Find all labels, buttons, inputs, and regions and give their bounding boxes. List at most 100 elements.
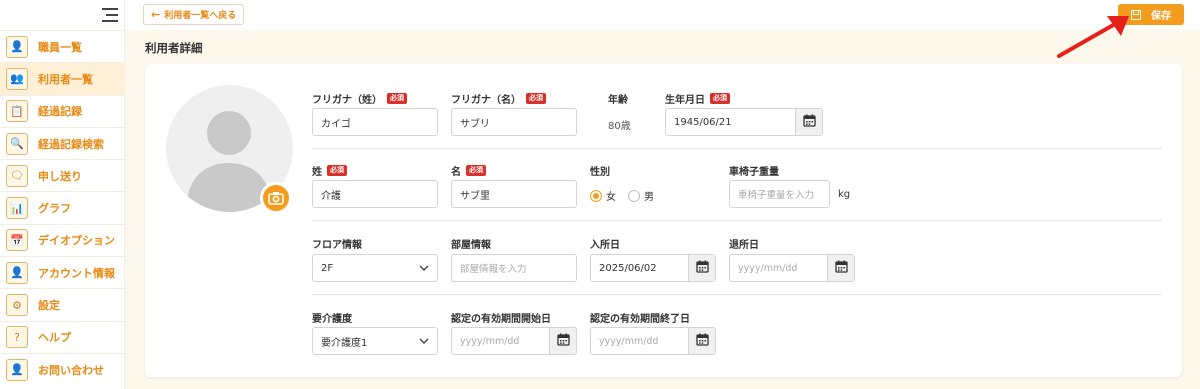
cert-end-label: 認定の有効期間終了日 — [590, 310, 690, 325]
arrow-left-icon: ← — [151, 8, 161, 21]
birthdate-label: 生年月日 必須 — [665, 91, 730, 106]
sidebar-item[interactable]: ? ヘルプ — [0, 320, 125, 353]
discharge-date-input[interactable]: yyyy/mm/dd — [729, 254, 855, 282]
chart-icon: 📊 — [6, 197, 28, 220]
required-badge: 必須 — [710, 93, 730, 104]
chevron-down-icon — [419, 338, 429, 344]
gender-radio-female[interactable]: 女 — [590, 188, 616, 203]
care-level-label: 要介護度 — [312, 310, 352, 325]
gender-label-text: 性別 — [590, 167, 610, 178]
kana-last-value: カイゴ — [321, 118, 351, 130]
gender-female-label: 女 — [606, 192, 616, 203]
search-record-icon: 🔍 — [6, 132, 28, 155]
settings-icon: ⚙ — [6, 294, 28, 317]
cert-start-placeholder: yyyy/mm/dd — [460, 335, 520, 347]
kana-first-label: フリガナ（名） 必須 — [451, 91, 546, 106]
gender-label: 性別 — [590, 163, 610, 178]
staff-icon: 👤 — [6, 35, 28, 58]
last-name-input[interactable]: 介護 — [312, 180, 438, 208]
kana-last-input[interactable]: カイゴ — [312, 108, 438, 136]
sidebar-item-label: 経過記録 — [38, 105, 82, 119]
back-to-user-list-button[interactable]: ← 利用者一覧へ戻る — [143, 4, 245, 25]
room-label-text: 部屋情報 — [451, 240, 491, 251]
last-name-value: 介護 — [321, 190, 341, 202]
floor-value: 2F — [321, 262, 334, 274]
sidebar-item[interactable]: 👥 利用者一覧 — [0, 62, 125, 95]
cert-end-label-text: 認定の有効期間終了日 — [590, 314, 690, 325]
calendar-icon — [695, 260, 709, 276]
care-level-select[interactable]: 要介護度1 — [312, 327, 438, 355]
row-divider — [312, 148, 1162, 149]
cert-start-calendar-button[interactable] — [549, 328, 576, 354]
room-placeholder: 部屋情報を入力 — [460, 264, 527, 275]
care-level-value: 要介護度1 — [321, 337, 368, 349]
sidebar-item[interactable]: 👤 お問い合わせ — [0, 352, 125, 385]
first-name-input[interactable]: サブ里 — [451, 180, 577, 208]
admission-date-input[interactable]: 2025/06/02 — [590, 254, 716, 282]
sidebar: 👤 職員一覧 👥 利用者一覧 📋 経過記録 🔍 経過記録検索 🗨 申し送り 📊 グラフ 📅 デイオプション… — [0, 0, 125, 389]
cert-start-label: 認定の有効期間開始日 — [451, 310, 551, 325]
sidebar-item[interactable]: 👤 職員一覧 — [0, 30, 125, 62]
room-input[interactable]: 部屋情報を入力 — [451, 254, 577, 282]
kana-first-value: サブリ — [460, 118, 490, 130]
birthdate-calendar-button[interactable] — [795, 109, 822, 135]
wheelchair-weight-label-text: 車椅子重量 — [729, 167, 779, 178]
sidebar-item-label: 設定 — [38, 299, 60, 313]
kana-first-label-text: フリガナ（名） — [451, 95, 521, 106]
sidebar-item[interactable]: 🗨 申し送り — [0, 159, 125, 191]
sidebar-item[interactable]: 📋 経過記録 — [0, 94, 125, 127]
admission-date-label: 入所日 — [590, 236, 620, 251]
sidebar-item-label: お問い合わせ — [38, 363, 104, 377]
discharge-calendar-button[interactable] — [827, 255, 854, 281]
gender-radio-male[interactable]: 男 — [628, 188, 654, 203]
sidebar-item[interactable]: 🔍 経過記録検索 — [0, 126, 125, 159]
discharge-date-label-text: 退所日 — [729, 240, 759, 251]
cert-start-input[interactable]: yyyy/mm/dd — [451, 327, 577, 355]
first-name-value: サブ里 — [460, 190, 490, 202]
sidebar-item[interactable]: 📅 デイオプション — [0, 223, 125, 256]
discharge-date-placeholder: yyyy/mm/dd — [738, 262, 798, 274]
contact-icon: 👤 — [6, 358, 28, 381]
cert-end-calendar-button[interactable] — [688, 328, 715, 354]
clipboard-icon: 📋 — [6, 100, 28, 123]
admission-calendar-button[interactable] — [688, 255, 715, 281]
users-icon: 👥 — [6, 67, 28, 90]
last-name-label-text: 姓 — [312, 167, 322, 178]
care-level-label-text: 要介護度 — [312, 314, 352, 325]
chevron-down-icon — [419, 265, 429, 271]
wheelchair-weight-input[interactable]: 車椅子重量を入力 — [729, 180, 830, 208]
sidebar-item-label: 経過記録検索 — [38, 137, 104, 151]
kana-last-label-text: フリガナ（姓） — [312, 95, 382, 106]
required-badge: 必須 — [327, 165, 347, 176]
kana-first-input[interactable]: サブリ — [451, 108, 577, 136]
calendar-icon — [556, 333, 570, 349]
sidebar-item-label: アカウント情報 — [38, 266, 115, 280]
hamburger-menu-icon[interactable] — [102, 8, 118, 22]
sidebar-item[interactable]: 👤 アカウント情報 — [0, 256, 125, 288]
weight-unit: kg — [838, 189, 851, 200]
sidebar-item-label: 利用者一覧 — [38, 72, 93, 86]
last-name-label: 姓 必須 — [312, 163, 347, 178]
account-icon: 👤 — [6, 261, 28, 284]
sidebar-item-label: ヘルプ — [38, 331, 71, 345]
calendar-option-icon: 📅 — [6, 229, 28, 252]
cert-end-placeholder: yyyy/mm/dd — [599, 335, 659, 347]
cert-end-input[interactable]: yyyy/mm/dd — [590, 327, 716, 355]
birthdate-input[interactable]: 1945/06/21 — [665, 108, 823, 136]
calendar-icon — [695, 333, 709, 349]
user-detail-card: フリガナ（姓） 必須 カイゴ フリガナ（名） 必須 サブリ 年齢 80歳 生年月… — [145, 64, 1182, 377]
sidebar-item[interactable]: 📊 グラフ — [0, 191, 125, 223]
annotation-arrow-icon — [1057, 16, 1129, 58]
change-photo-button[interactable] — [260, 182, 292, 214]
floor-select[interactable]: 2F — [312, 254, 438, 282]
age-label: 年齢 — [608, 91, 628, 106]
admission-date-label-text: 入所日 — [590, 240, 620, 251]
sidebar-item[interactable]: ⚙ 設定 — [0, 288, 125, 320]
calendar-icon — [834, 260, 848, 276]
required-badge: 必須 — [387, 93, 407, 104]
cert-start-label-text: 認定の有効期間開始日 — [451, 314, 551, 325]
top-bar: ← 利用者一覧へ戻る 保存 — [125, 0, 1200, 30]
radio-unchecked-icon — [628, 189, 640, 202]
wheelchair-weight-placeholder: 車椅子重量を入力 — [738, 190, 815, 201]
first-name-label: 名 必須 — [451, 163, 486, 178]
